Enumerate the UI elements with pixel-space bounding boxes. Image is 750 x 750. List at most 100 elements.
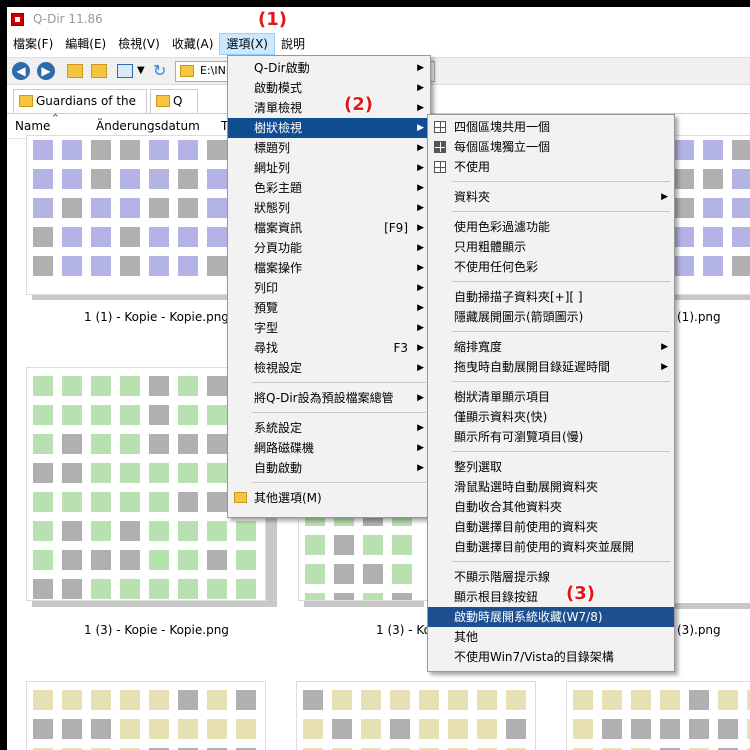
menu-item-auto-scan[interactable]: 自動掃描子資料夾[+][ ] <box>428 287 674 307</box>
menu-options[interactable]: 選項(X) <box>219 33 275 55</box>
menu-item-click-expand[interactable]: 滑鼠點選時自動展開資料夾 <box>428 477 674 497</box>
menu-item-auto-select-current[interactable]: 自動選擇目前使用的資料夾 <box>428 517 674 537</box>
menu-item-print[interactable]: 列印 ▶ <box>228 278 430 298</box>
menu-item-other[interactable]: 其他 <box>428 627 674 647</box>
thumb-cell <box>732 227 750 247</box>
thumb-grid <box>33 140 256 276</box>
column-date[interactable]: Änderungsdatum <box>96 119 200 133</box>
tab-guardians[interactable]: Guardians of the ... <box>13 89 147 130</box>
menu-item-file-info[interactable]: 檔案資訊 [F9] ▶ <box>228 218 430 238</box>
thumbnail-yellow-mid[interactable] <box>296 681 536 750</box>
menu-item-no-win7-structure[interactable]: 不使用Win7/Vista的目錄架構 <box>428 647 674 667</box>
menu-item-color-filter[interactable]: 使用色彩過濾功能 <box>428 217 674 237</box>
menu-view[interactable]: 檢視(V) <box>112 33 166 55</box>
menu-item-folder[interactable]: 資料夾 ▶ <box>428 187 674 207</box>
thumb-cell <box>120 198 140 218</box>
menu-help[interactable]: 說明 <box>275 33 311 55</box>
file-caption[interactable]: (3).png <box>677 623 721 637</box>
thumb-cell <box>419 690 439 710</box>
forward-icon[interactable]: ▶ <box>37 62 55 80</box>
thumbnail-yellow-right[interactable] <box>566 681 750 750</box>
menu-item-tab-function[interactable]: 分頁功能 ▶ <box>228 238 430 258</box>
thumb-cell <box>120 405 140 425</box>
new-folder-icon[interactable] <box>91 64 107 78</box>
menu-item-independent-tree[interactable]: 每個區塊獨立一個 <box>428 137 674 157</box>
menu-item-other-options[interactable]: 其他選項(M) <box>228 488 430 508</box>
thumb-cell <box>91 376 111 396</box>
thumb-cell <box>674 227 694 247</box>
menu-edit[interactable]: 編輯(E) <box>59 33 112 55</box>
menu-item-label: 隱藏展開圖示(箭頭圖示) <box>454 310 584 324</box>
menu-item-tree-display-items[interactable]: 樹狀清單顯示項目 <box>428 387 674 407</box>
menu-item-all-items[interactable]: 顯示所有可瀏覽項目(慢) <box>428 427 674 447</box>
back-icon[interactable]: ◀ <box>12 62 30 80</box>
refresh-icon[interactable]: ↻ <box>153 62 171 80</box>
thumb-cell <box>149 550 169 570</box>
menu-item-indent-width[interactable]: 縮排寬度 ▶ <box>428 337 674 357</box>
menu-item-address-bar[interactable]: 網址列 ▶ <box>228 158 430 178</box>
file-caption[interactable]: 1 (1) - Kopie - Kopie.png <box>84 310 229 324</box>
file-caption[interactable]: 1 (3) - Kopie - Kopie.png <box>84 623 229 637</box>
menu-item-auto-start[interactable]: 自動啟動 ▶ <box>228 458 430 478</box>
thumb-cell <box>33 405 53 425</box>
view-mode-icon[interactable] <box>117 64 133 78</box>
thumb-cell <box>207 434 227 454</box>
menu-item-view-settings[interactable]: 檢視設定 ▶ <box>228 358 430 378</box>
file-caption[interactable]: 1 (3) - Ko <box>376 623 431 637</box>
thumbnail-purple-right[interactable] <box>667 135 750 295</box>
file-caption[interactable]: (1).png <box>677 310 721 324</box>
menu-item-bold-only[interactable]: 只用粗體顯示 <box>428 237 674 257</box>
menu-item-label: 其他選項(M) <box>254 491 322 505</box>
menu-item-label: 自動收合其他資料夾 <box>454 500 563 514</box>
menu-item-no-tree[interactable]: 不使用 <box>428 157 674 177</box>
menu-item-full-row-select[interactable]: 整列選取 <box>428 457 674 477</box>
thumb-cell <box>703 256 723 276</box>
menu-item-preview[interactable]: 預覽 ▶ <box>228 298 430 318</box>
menu-item-label: 網路磁碟機 <box>254 441 315 455</box>
menu-item-status-bar[interactable]: 狀態列 ▶ <box>228 198 430 218</box>
thumb-cell <box>149 719 169 739</box>
thumb-grid <box>303 690 526 750</box>
menu-item-root-button[interactable]: 顯示根目錄按鈕 <box>428 587 674 607</box>
submenu-arrow-icon: ▶ <box>417 203 424 213</box>
menu-item-no-color[interactable]: 不使用任何色彩 <box>428 257 674 277</box>
up-folder-icon[interactable] <box>67 64 83 78</box>
submenu-arrow-icon: ▶ <box>417 83 424 93</box>
column-name[interactable]: Name <box>15 119 50 133</box>
menu-item-auto-collapse[interactable]: 自動收合其他資料夾 <box>428 497 674 517</box>
menu-item-font[interactable]: 字型 ▶ <box>228 318 430 338</box>
thumb-cell <box>631 719 651 739</box>
menu-favorites[interactable]: 收藏(A) <box>166 33 220 55</box>
menu-item-expand-favorites[interactable]: 啟動時展開系統收藏(W7/8) <box>428 607 674 627</box>
menu-item-list-view[interactable]: 清單檢視 ▶ <box>228 98 430 118</box>
thumb-cell <box>363 535 383 555</box>
thumb-cell <box>91 550 111 570</box>
menu-item-drag-delay[interactable]: 拖曳時自動展開目錄延遲時間 ▶ <box>428 357 674 377</box>
thumb-cell <box>178 434 198 454</box>
menu-item-folders-only[interactable]: 僅顯示資料夾(快) <box>428 407 674 427</box>
menu-item-auto-select-expand[interactable]: 自動選擇目前使用的資料夾並展開 <box>428 537 674 557</box>
thumb-cell <box>573 690 593 710</box>
menu-item-title-bar[interactable]: 標題列 ▶ <box>228 138 430 158</box>
thumb-cell <box>718 690 738 710</box>
menu-item-start-mode[interactable]: 啟動模式 ▶ <box>228 78 430 98</box>
sort-arrow-icon: ^ <box>52 113 59 122</box>
menu-item-file-operations[interactable]: 檔案操作 ▶ <box>228 258 430 278</box>
menu-item-hide-lines[interactable]: 不顯示階層提示線 <box>428 567 674 587</box>
menu-item-shared-tree[interactable]: 四個區塊共用一個 <box>428 117 674 137</box>
menu-item-default-explorer[interactable]: 將Q-Dir設為預設檔案總管 ▶ <box>228 388 430 408</box>
menu-item-system-settings[interactable]: 系統設定 ▶ <box>228 418 430 438</box>
menu-file[interactable]: 檔案(F) <box>7 33 59 55</box>
menu-item-tree-view[interactable]: 樹狀檢視 ▶ <box>228 118 430 138</box>
thumbnail-yellow-left[interactable] <box>26 681 266 750</box>
menu-item-label: 將Q-Dir設為預設檔案總管 <box>254 391 394 405</box>
tab-q[interactable]: Q <box>150 89 198 113</box>
menu-item-qdir-start[interactable]: Q-Dir啟動 ▶ <box>228 58 430 78</box>
menu-item-find[interactable]: 尋找 F3 ▶ <box>228 338 430 358</box>
thumb-cell <box>303 719 323 739</box>
menu-item-hide-expand[interactable]: 隱藏展開圖示(箭頭圖示) <box>428 307 674 327</box>
thumb-cell <box>149 492 169 512</box>
menu-item-network-drive[interactable]: 網路磁碟機 ▶ <box>228 438 430 458</box>
menu-item-label: 滑鼠點選時自動展開資料夾 <box>454 480 599 494</box>
menu-item-color-theme[interactable]: 色彩主題 ▶ <box>228 178 430 198</box>
